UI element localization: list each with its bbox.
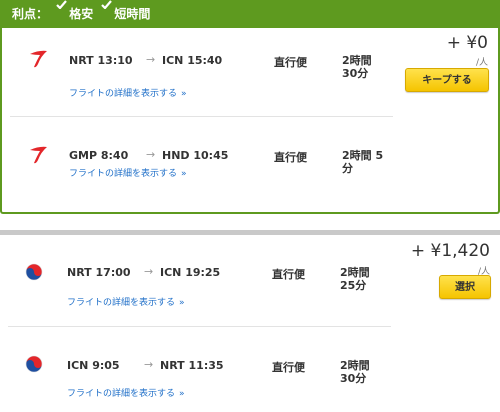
stops: 直行便 — [274, 56, 307, 69]
korean-air-logo-icon — [25, 263, 43, 285]
keep-button[interactable]: キープする — [405, 68, 489, 92]
arrow-right-icon: → — [146, 53, 156, 66]
stops: 直行便 — [272, 361, 305, 374]
chevron-down-icon: » — [181, 169, 187, 179]
departure: NRT 13:10 — [69, 54, 133, 67]
offer-card: NRT 17:00 → ICN 19:25 直行便 2時間 25分 フライトの詳… — [0, 230, 500, 412]
departure: NRT 17:00 — [67, 266, 131, 279]
duration: 2時間 30分 — [340, 359, 370, 385]
departure: GMP 8:40 — [69, 149, 129, 162]
arrow-right-icon: → — [144, 358, 154, 371]
benefits-bar: 利点： 格安 短時間 — [2, 0, 500, 28]
duration: 2時間 25分 — [340, 266, 370, 292]
flight-leg: ICN 9:05 → NRT 11:35 直行便 2時間 30分 フライトの詳細… — [0, 328, 400, 399]
per-person: /人 — [475, 58, 488, 68]
price: + ¥1,420 — [410, 241, 490, 261]
divider — [8, 326, 391, 327]
duration: 2時間 5分 — [342, 149, 384, 175]
duration: 2時間 30分 — [342, 54, 372, 80]
arrival: ICN 15:40 — [162, 54, 223, 67]
details-label: フライトの詳細を表示する — [67, 389, 176, 399]
select-button[interactable]: 選択 — [439, 275, 491, 299]
arrival: ICN 19:25 — [160, 266, 221, 279]
arrival: NRT 11:35 — [160, 359, 224, 372]
arrival: HND 10:45 — [162, 149, 229, 162]
benefit-short: 短時間 — [114, 7, 151, 21]
stops: 直行便 — [274, 151, 307, 164]
check-icon — [56, 0, 68, 9]
price: + ¥0 — [446, 33, 488, 53]
arrow-right-icon: → — [146, 148, 156, 161]
offer-card-selected: 利点： 格安 短時間 NRT 13:10 → ICN 15:40 直行便 2時間… — [0, 0, 500, 214]
departure: ICN 9:05 — [67, 359, 120, 372]
show-flight-details-link[interactable]: フライトの詳細を表示する» — [69, 166, 187, 179]
details-label: フライトの詳細を表示する — [69, 169, 178, 179]
korean-air-logo-icon — [25, 355, 43, 377]
arrow-right-icon: → — [144, 265, 154, 278]
stops: 直行便 — [272, 268, 305, 281]
asiana-logo-icon — [27, 48, 49, 74]
flight-leg: NRT 13:10 → ICN 15:40 直行便 2時間 30分 フライトの詳… — [2, 30, 402, 99]
asiana-logo-icon — [27, 144, 49, 170]
chevron-down-icon: » — [179, 298, 185, 308]
divider — [10, 116, 393, 117]
flight-leg: NRT 17:00 → ICN 19:25 直行便 2時間 25分 フライトの詳… — [0, 235, 400, 308]
chevron-down-icon: » — [179, 389, 185, 399]
benefits-label: 利点： — [12, 7, 49, 21]
details-label: フライトの詳細を表示する — [67, 298, 176, 308]
details-label: フライトの詳細を表示する — [69, 89, 178, 99]
chevron-down-icon: » — [181, 89, 187, 99]
show-flight-details-link[interactable]: フライトの詳細を表示する» — [67, 295, 185, 308]
benefit-cheap: 格安 — [69, 7, 94, 21]
check-icon — [101, 0, 113, 9]
flight-leg: GMP 8:40 → HND 10:45 直行便 2時間 5分 フライトの詳細を… — [2, 118, 402, 179]
show-flight-details-link[interactable]: フライトの詳細を表示する» — [67, 386, 185, 399]
show-flight-details-link[interactable]: フライトの詳細を表示する» — [69, 86, 187, 99]
